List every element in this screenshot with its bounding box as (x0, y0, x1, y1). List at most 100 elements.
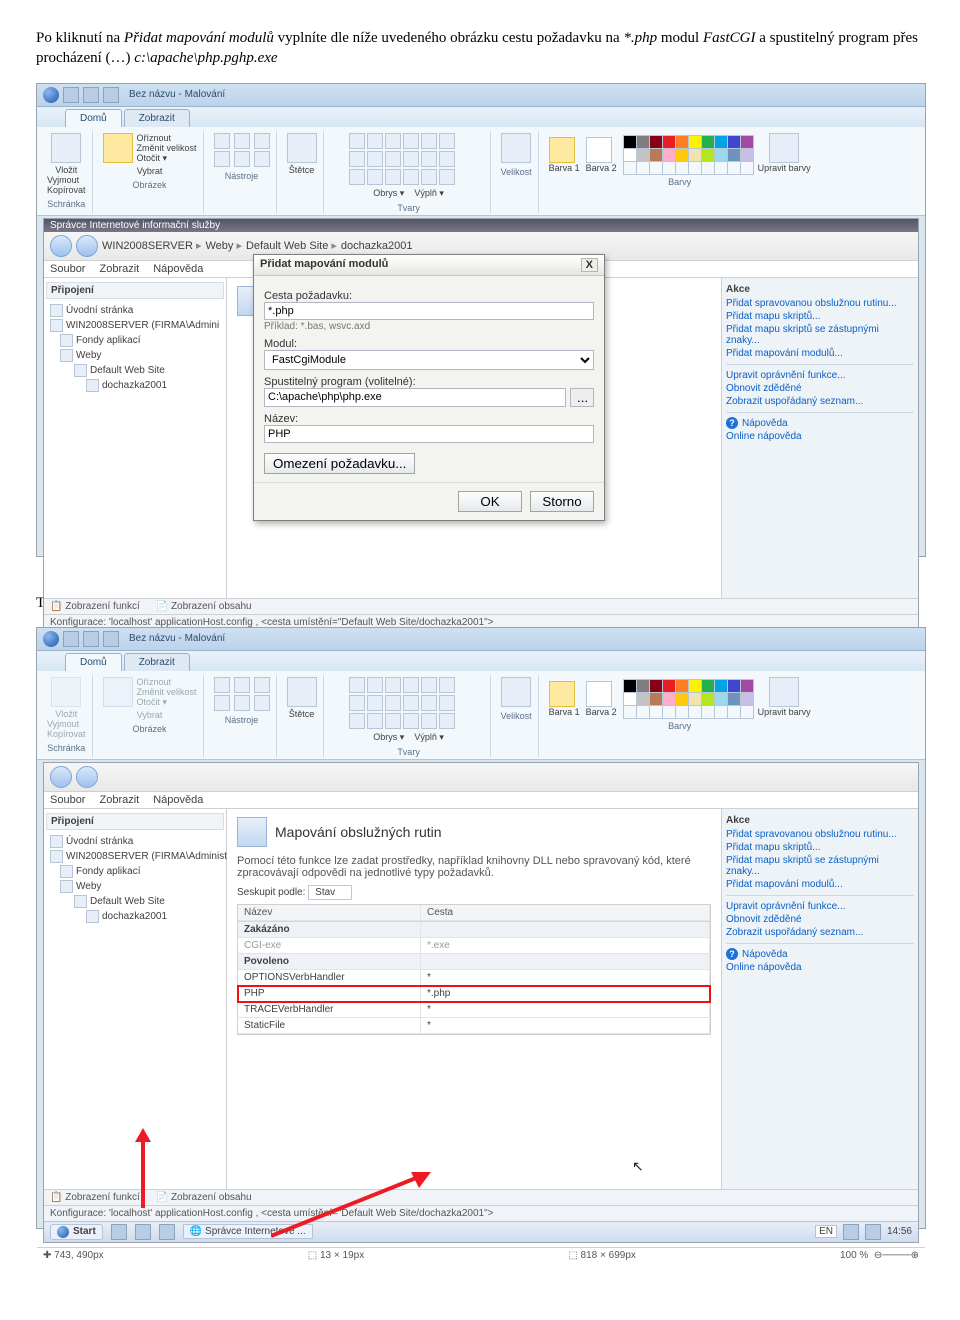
dialog-title: Přidat mapování modulů (260, 258, 388, 272)
action-edit-permissions[interactable]: Upravit oprávnění funkce... (726, 369, 914, 382)
text-icon[interactable] (254, 133, 270, 149)
taskbar-icon[interactable] (135, 1224, 151, 1240)
select-icon[interactable] (103, 677, 133, 707)
menu-file[interactable]: Soubor (50, 263, 85, 275)
cancel-button[interactable]: Storno (530, 491, 594, 512)
app-icon (86, 379, 99, 392)
intro-paragraph-1: Po kliknutí na Přidat mapování modulů vy… (36, 28, 924, 69)
name-field[interactable] (264, 425, 594, 443)
nav-back-icon[interactable] (50, 235, 72, 257)
color1-swatch[interactable] (549, 681, 575, 707)
label-module: Modul: (264, 338, 594, 350)
paste-icon (51, 677, 81, 707)
action-online-help[interactable]: Online nápověda (726, 430, 914, 443)
paste-icon[interactable] (51, 133, 81, 163)
tray-icon[interactable] (843, 1224, 859, 1240)
table-row: CGI-exe*.exe (238, 938, 710, 954)
home-icon (50, 304, 63, 317)
help-icon: ? (726, 417, 738, 429)
nav-back-icon[interactable] (50, 766, 72, 788)
view-content-tab[interactable]: Zobrazení obsahu (171, 601, 252, 612)
browse-button[interactable]: ... (570, 388, 594, 407)
edit-colors-icon[interactable] (769, 677, 799, 707)
taskbar-icon[interactable] (111, 1224, 127, 1240)
groupby-select[interactable]: Stav (308, 885, 352, 900)
label-request-path: Cesta požadavku: (264, 290, 594, 302)
color2-swatch[interactable] (586, 137, 612, 163)
executable-field[interactable] (264, 388, 566, 407)
fill-icon[interactable] (234, 133, 250, 149)
screenshot-1: Bez názvu - Malování Domů Zobrazit Vloži… (36, 83, 926, 557)
table-row: StaticFile* (238, 1018, 710, 1034)
redo-icon (103, 87, 119, 103)
nav-fwd-icon[interactable] (76, 766, 98, 788)
close-icon[interactable]: X (581, 258, 598, 272)
taskbar-icon[interactable] (159, 1224, 175, 1240)
paint-orb-icon (43, 87, 59, 103)
label-name: Název: (264, 413, 594, 425)
start-button[interactable]: Start (50, 1224, 103, 1240)
view-features-tab[interactable]: Zobrazení funkcí (65, 601, 139, 612)
brushes-icon[interactable] (287, 677, 317, 707)
color2-swatch[interactable] (586, 681, 612, 707)
handler-mapping-icon (237, 817, 267, 847)
action-ordered-list[interactable]: Zobrazit uspořádaný seznam... (726, 395, 914, 408)
taskbar-task[interactable]: 🌐 Správce Internetové ... (183, 1224, 313, 1239)
connections-header: Připojení (46, 282, 224, 299)
ok-button[interactable]: OK (458, 491, 522, 512)
actions-header: Akce (726, 282, 914, 297)
action-revert[interactable]: Obnovit zděděné (726, 382, 914, 395)
screenshot-2: Bez názvu - Malování Domů Zobrazit Vloži… (36, 627, 926, 1229)
color1-swatch[interactable] (549, 137, 575, 163)
module-select[interactable]: FastCgiModule (264, 350, 594, 370)
request-restrictions-button[interactable]: Omezení požadavku... (264, 453, 415, 474)
color-palette[interactable] (623, 135, 752, 173)
handler-grid: NázevCesta Zakázáno CGI-exe*.exe Povolen… (237, 904, 711, 1035)
tab-view[interactable]: Zobrazit (124, 653, 190, 671)
clock: 14:56 (887, 1226, 912, 1237)
tab-home[interactable]: Domů (65, 109, 122, 127)
undo-icon (83, 631, 99, 647)
action-add-modulemap[interactable]: Přidat mapování modulů... (726, 347, 914, 360)
tray-icon[interactable] (865, 1224, 881, 1240)
strokesize-icon[interactable] (501, 133, 531, 163)
tab-view[interactable]: Zobrazit (124, 109, 190, 127)
action-add-wildcard[interactable]: Přidat mapu skriptů se zástupnými znaky.… (726, 323, 914, 347)
menu-view[interactable]: Zobrazit (99, 263, 139, 275)
iis-title: Správce Internetové informační služby (44, 219, 918, 232)
table-row: TRACEVerbHandler* (238, 1002, 710, 1018)
table-row-php: PHP*.php (238, 986, 710, 1002)
page-description: Pomocí této funkce lze zadat prostředky,… (237, 855, 711, 879)
eraser-icon[interactable] (214, 151, 230, 167)
edit-colors-icon[interactable] (769, 133, 799, 163)
tab-home[interactable]: Domů (65, 653, 122, 671)
color-palette[interactable] (623, 679, 752, 717)
lang-indicator[interactable]: EN (815, 1225, 837, 1238)
brushes-icon[interactable] (287, 133, 317, 163)
table-row: OPTIONSVerbHandler* (238, 970, 710, 986)
strokesize-icon[interactable] (501, 677, 531, 707)
window-title: Bez názvu - Malování (129, 89, 225, 100)
cursor-position: 743, 490px (54, 1250, 104, 1261)
pencil-icon[interactable] (214, 133, 230, 149)
redo-icon (103, 631, 119, 647)
menu-help[interactable]: Nápověda (153, 263, 203, 275)
action-help[interactable]: Nápověda (742, 417, 788, 430)
undo-icon (83, 87, 99, 103)
label-executable: Spustitelný program (volitelné): (264, 376, 594, 388)
canvas-size: 818 × 699px (581, 1250, 636, 1261)
pool-icon (60, 334, 73, 347)
ribbon: Vložit Vyjmout Kopírovat Schránka Ořízno… (37, 127, 925, 216)
select-icon[interactable] (103, 133, 133, 163)
nav-fwd-icon[interactable] (76, 235, 98, 257)
request-path-field[interactable] (264, 302, 594, 320)
add-module-mapping-dialog: Přidat mapování modulů X Cesta požadavku:… (253, 254, 605, 521)
selection-size: 13 × 19px (320, 1250, 364, 1261)
picker-icon[interactable] (234, 151, 250, 167)
cursor-icon: ↖ (632, 1158, 644, 1175)
action-add-managed[interactable]: Přidat spravovanou obslužnou rutinu... (726, 297, 914, 310)
action-add-scriptmap[interactable]: Přidat mapu skriptů... (726, 310, 914, 323)
zoom-icon[interactable] (254, 151, 270, 167)
site-icon (74, 364, 87, 377)
paint-orb-icon (43, 631, 59, 647)
